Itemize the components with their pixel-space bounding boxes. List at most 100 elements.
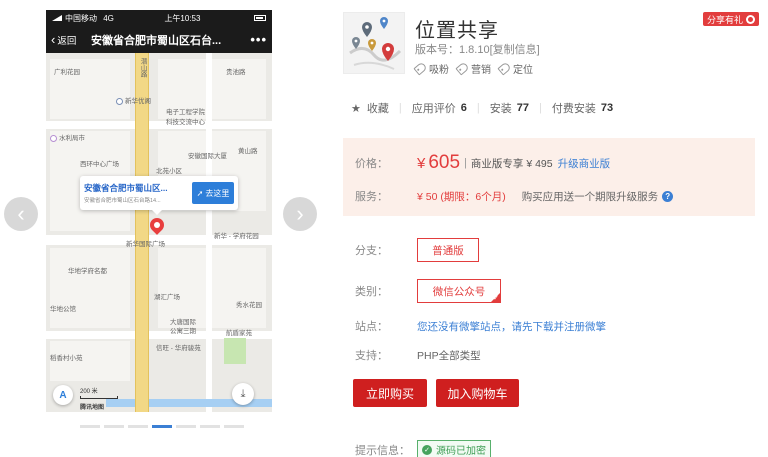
price-amount: 605 <box>428 152 461 173</box>
battery-icon <box>254 15 266 22</box>
app-stats: ★ 收藏 | 应用评价 6 | 安装 77 | 付费安装 73 <box>351 100 613 116</box>
app-version: 版本号：1.8.10[复制信息] <box>415 41 540 57</box>
map-road <box>206 53 212 412</box>
tag-item[interactable]: 定位 <box>497 61 533 76</box>
category-option[interactable]: 微信公众号 ✓ <box>417 279 501 303</box>
service-row: 服务： ¥ 50 (期限：6个月) 购买应用送一个期限升级服务 ? <box>355 188 674 204</box>
carousel-dot[interactable] <box>128 425 148 428</box>
nav-back-label: 返回 <box>57 35 77 47</box>
map-main-road <box>135 53 149 412</box>
map-label-text: 新华优阁 <box>125 98 151 106</box>
map-label: 安徽国际大厦 <box>188 153 227 160</box>
favorite-label[interactable]: 收藏 <box>367 100 389 116</box>
support-value: PHP全部类型 <box>417 349 481 362</box>
bubble-tail <box>152 210 162 215</box>
currency-symbol: ¥ <box>417 155 426 172</box>
buy-now-button[interactable]: 立即购买 <box>353 379 427 407</box>
goto-button: ➚ 去这里 <box>192 182 234 204</box>
map-road <box>46 121 272 129</box>
signal-icon <box>52 15 62 22</box>
divider: | <box>398 102 402 114</box>
carousel-dot[interactable] <box>80 425 100 428</box>
location-pin-icon <box>147 215 167 235</box>
tag-label: 营销 <box>471 65 491 76</box>
map-label: 西环中心广场 <box>80 161 119 168</box>
map-label: 科技交流中心 <box>166 119 205 126</box>
upgrade-business-link[interactable]: 升级商业版 <box>558 156 611 171</box>
branch-row: 分支： 普通版 <box>355 238 479 262</box>
service-desc: 购买应用送一个期限升级服务 <box>521 190 659 203</box>
map-label: 贵池路 <box>226 69 246 76</box>
scale-bar <box>80 396 118 399</box>
compass-icon: A <box>53 385 73 405</box>
map-label: 潜山路 <box>139 58 147 78</box>
share-label: 分享有礼 <box>707 14 744 25</box>
nav-title: 安徽省合肥市蜀山区石台... <box>91 34 222 47</box>
goto-label: 去这里 <box>205 188 230 198</box>
map-label: 秀水花园 <box>236 302 262 309</box>
share-gift-button[interactable]: 分享有礼 <box>703 12 760 26</box>
map-view: 潜山路 广利花园 贵池路 新华优阁 电子工程学院 科技交流中心 水利局市 黄山路… <box>46 53 272 412</box>
category-row: 类别： 微信公众号 ✓ <box>355 279 501 303</box>
support-row: 支持： PHP全部类型 <box>355 347 481 363</box>
encrypted-label: 源码已加密 <box>436 446 486 457</box>
map-label: 广利花园 <box>54 69 80 76</box>
business-price: 商业版专享 ¥ 495 <box>470 157 553 170</box>
help-icon[interactable]: ? <box>662 190 674 202</box>
more-icon: ••• <box>250 32 267 47</box>
service-value: ¥ 50 (期限：6个月) <box>417 190 506 203</box>
tag-label: 定位 <box>513 65 533 76</box>
branch-label: 分支： <box>355 245 388 257</box>
chevron-left-icon: ‹ <box>51 32 56 47</box>
tag-item[interactable]: 营销 <box>455 61 491 76</box>
star-icon[interactable]: ★ <box>351 102 361 115</box>
app-detail-panel: 位置共享 版本号：1.8.10[复制信息] 吸粉 营销 定位 分享有礼 ★ 收藏… <box>343 0 768 457</box>
hint-label: 提示信息： <box>355 444 410 457</box>
map-label: 华地学府名都 <box>68 268 107 275</box>
paid-install-value: 73 <box>600 102 614 114</box>
location-text: 安徽省合肥市蜀山区... 安徽省合肥市蜀山区石台路14... <box>84 182 192 204</box>
carousel-dot[interactable] <box>224 425 244 428</box>
map-label: 黄山路 <box>238 148 258 155</box>
carousel-dot-active[interactable] <box>152 425 172 428</box>
map-park <box>224 338 246 364</box>
map-block <box>158 248 266 328</box>
add-to-cart-button[interactable]: 加入购物车 <box>436 379 519 407</box>
carousel-prev-button[interactable]: ‹ <box>4 197 38 231</box>
status-time: 上午10:53 <box>164 13 201 23</box>
carousel-dot[interactable] <box>104 425 124 428</box>
download-icon: ⤓ <box>232 383 254 405</box>
tag-label: 吸粉 <box>429 65 449 76</box>
version-text[interactable]: 版本号：1.8.10[复制信息] <box>415 44 540 56</box>
map-label: 北苑小区 <box>156 168 182 175</box>
site-row: 站点： 您还没有微擎站点，请先下载并注册微擎 <box>355 318 606 334</box>
price-label: 价格： <box>355 158 388 170</box>
paid-install-label: 付费安装 <box>551 103 596 115</box>
app-tags: 吸粉 营销 定位 <box>413 61 533 76</box>
carousel-dot[interactable] <box>176 425 196 428</box>
map-scale: 200 米 <box>80 386 118 399</box>
price-separator: | <box>464 157 467 169</box>
install-value: 77 <box>516 102 529 114</box>
tag-icon <box>455 61 470 76</box>
map-pins-icon <box>344 13 404 73</box>
map-label: 电子工程学院 <box>166 109 205 116</box>
hint-row: 提示信息： ✓ 源码已加密 <box>355 440 491 457</box>
location-bubble: 安徽省合肥市蜀山区... 安徽省合肥市蜀山区石台路14... ➚ 去这里 <box>80 176 238 210</box>
install-label: 安装 <box>489 103 512 115</box>
network-type: 4G <box>103 13 114 23</box>
carousel-dot[interactable] <box>200 425 220 428</box>
register-site-link[interactable]: 您还没有微擎站点，请先下载并注册微擎 <box>417 319 606 334</box>
category-label: 类别： <box>355 286 388 298</box>
rating-label: 应用评价 <box>411 103 456 115</box>
carrier-name: 中国移动 <box>65 13 97 23</box>
map-label: 公寓三期 <box>170 328 196 335</box>
carousel-next-button[interactable]: › <box>283 197 317 231</box>
rating-value: 6 <box>460 102 467 114</box>
price-row: 价格： ¥605 | 商业版专享 ¥ 495 升级商业版 <box>355 152 610 174</box>
site-label: 站点： <box>355 321 388 333</box>
tag-item[interactable]: 吸粉 <box>413 61 449 76</box>
tag-icon <box>497 61 512 76</box>
branch-option[interactable]: 普通版 <box>417 238 479 262</box>
map-label: 新华国际广场 <box>126 241 165 248</box>
